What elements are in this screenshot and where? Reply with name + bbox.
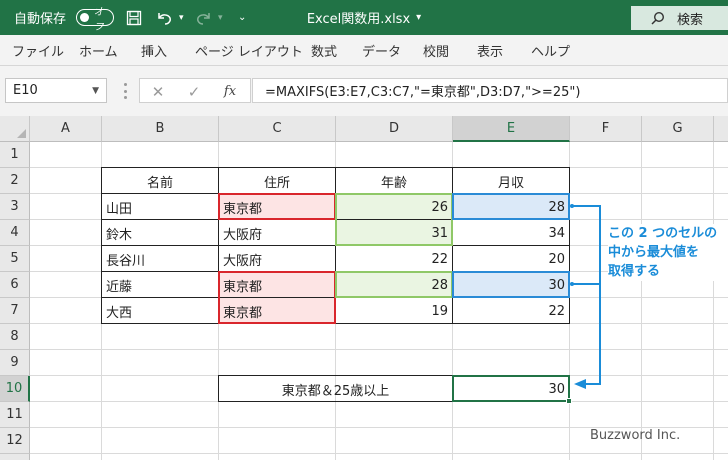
tab-home[interactable]: ホーム	[79, 35, 118, 66]
row-header-11[interactable]: 11	[0, 402, 30, 428]
row-header-12[interactable]: 12	[0, 428, 30, 454]
search-box[interactable]: 検索	[631, 6, 728, 30]
row-header-8[interactable]: 8	[0, 324, 30, 350]
result-label[interactable]: 東京都＆25歳以上	[219, 376, 452, 402]
table-header-age[interactable]: 年齢	[336, 168, 452, 194]
gridline	[713, 142, 714, 460]
highlight-income	[452, 271, 570, 298]
name-box-value: E10	[13, 83, 38, 98]
row-header-4[interactable]: 4	[0, 220, 30, 246]
column-header-d[interactable]: D	[336, 116, 453, 142]
cell-name[interactable]: 長谷川	[102, 246, 218, 272]
table-header-income[interactable]: 月収	[453, 168, 569, 194]
autosave-state: オフ	[93, 6, 104, 33]
tab-help[interactable]: ヘルプ	[531, 35, 570, 66]
tab-data[interactable]: データ	[362, 35, 401, 66]
row-header-7[interactable]: 7	[0, 298, 30, 324]
formula-bar-grip-icon[interactable]	[124, 83, 127, 99]
toggle-knob	[80, 13, 89, 22]
highlight-income	[452, 193, 570, 220]
column-header-g[interactable]: G	[642, 116, 714, 142]
column-header-e[interactable]: E	[453, 116, 570, 142]
gridline	[30, 349, 728, 350]
enter-check-icon[interactable]: ✓	[184, 79, 204, 104]
column-header-b[interactable]: B	[102, 116, 219, 142]
undo-icon[interactable]	[155, 0, 177, 35]
tab-formulas[interactable]: 数式	[311, 35, 337, 66]
cell-address[interactable]: 大阪府	[219, 220, 335, 246]
highlight-age	[335, 271, 453, 298]
filename-chevron-icon: ▾	[416, 12, 422, 23]
annotation-line: 取得する	[608, 264, 661, 279]
cell-name[interactable]: 大西	[102, 298, 218, 324]
cell-address[interactable]: 大阪府	[219, 246, 335, 272]
select-all-corner[interactable]	[0, 116, 30, 142]
annotation-text: この 2 つのセルの 中から最大値を 取得する	[608, 224, 728, 281]
name-box[interactable]: E10 ▼	[5, 78, 107, 103]
tab-insert[interactable]: 挿入	[141, 35, 167, 66]
cell-age[interactable]: 19	[336, 298, 452, 324]
tab-page-layout[interactable]: ページ レイアウト	[195, 35, 303, 66]
watermark: Buzzword Inc.	[590, 428, 681, 443]
ribbon-tabs: ファイル ホーム 挿入 ページ レイアウト 数式 データ 校閲 表示 ヘルプ	[0, 35, 728, 66]
title-bar: 自動保存 オフ ▾ ▾ ⌄ Excel関数用.xlsx ▾ 検索	[0, 0, 728, 35]
column-header-a[interactable]: A	[30, 116, 102, 142]
cell-income[interactable]: 34	[453, 220, 569, 246]
column-header-c[interactable]: C	[219, 116, 336, 142]
fill-handle[interactable]	[566, 398, 572, 404]
cell-name[interactable]: 山田	[102, 194, 218, 220]
redo-icon[interactable]	[195, 0, 217, 35]
insert-function-icon[interactable]: fx	[220, 79, 240, 104]
document-filename: Excel関数用.xlsx	[306, 12, 411, 27]
formula-input[interactable]: =MAXIFS(E3:E7,C3:C7,"=東京都",D3:D7,">=25")	[252, 78, 728, 103]
row-header-5[interactable]: 5	[0, 246, 30, 272]
cell-age[interactable]: 22	[336, 246, 452, 272]
row-header-13[interactable]	[0, 454, 30, 460]
highlight-tokyo	[218, 193, 336, 220]
connector-arrow-icon	[570, 204, 601, 389]
annotation-line: 中から最大値を	[608, 245, 700, 260]
spreadsheet-grid: A B C D E F G 1 2 3 4 5 6 7 8 9 10 11 12	[0, 116, 728, 460]
cell-name[interactable]: 近藤	[102, 272, 218, 298]
cancel-icon[interactable]: ✕	[148, 79, 168, 104]
gridline	[641, 142, 642, 460]
save-icon[interactable]	[126, 0, 144, 35]
cell-name[interactable]: 鈴木	[102, 220, 218, 246]
autosave-toggle[interactable]: オフ	[76, 7, 114, 33]
column-header-f[interactable]: F	[570, 116, 642, 142]
table-header-name[interactable]: 名前	[102, 168, 218, 194]
row-header-9[interactable]: 9	[0, 350, 30, 376]
row-header-6[interactable]: 6	[0, 272, 30, 298]
row-header-1[interactable]: 1	[0, 142, 30, 168]
customize-toolbar-icon[interactable]: ⌄	[238, 0, 250, 35]
tab-file[interactable]: ファイル	[12, 35, 64, 66]
formula-text: =MAXIFS(E3:E7,C3:C7,"=東京都",D3:D7,">=25")	[265, 85, 581, 100]
row-header-2[interactable]: 2	[0, 168, 30, 194]
search-label: 検索	[677, 12, 704, 28]
table-header-address[interactable]: 住所	[219, 168, 335, 194]
cell-income[interactable]: 22	[453, 298, 569, 324]
column-header-h[interactable]	[714, 116, 728, 142]
tab-view[interactable]: 表示	[477, 35, 503, 66]
row-header-10[interactable]: 10	[0, 376, 30, 402]
name-box-chevron-icon[interactable]: ▼	[92, 86, 99, 96]
autosave-label: 自動保存	[14, 12, 67, 27]
row-header-3[interactable]: 3	[0, 194, 30, 220]
redo-dropdown-icon[interactable]: ▾	[218, 0, 228, 35]
formula-buttons: ✕ ✓ fx	[139, 78, 251, 103]
search-icon	[651, 11, 665, 25]
gridline	[30, 453, 728, 454]
undo-dropdown-icon[interactable]: ▾	[179, 0, 189, 35]
formula-bar: E10 ▼ ✕ ✓ fx =MAXIFS(E3:E7,C3:C7,"=東京都",…	[0, 66, 728, 116]
cell-income[interactable]: 20	[453, 246, 569, 272]
tab-review[interactable]: 校閲	[423, 35, 449, 66]
highlight-age	[335, 193, 453, 246]
active-cell-cursor	[452, 375, 572, 404]
highlight-tokyo	[218, 271, 336, 324]
annotation-line: この 2 つのセルの	[608, 226, 718, 241]
